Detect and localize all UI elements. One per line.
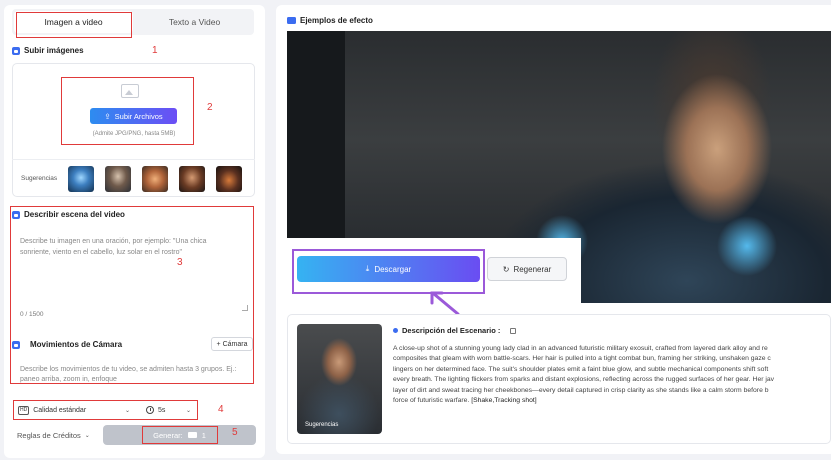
annotation-box-4 bbox=[13, 400, 198, 420]
suggestions-row: Sugerencias bbox=[12, 159, 255, 197]
preview-shadow bbox=[287, 31, 345, 241]
annotation-number-2: 2 bbox=[207, 102, 213, 113]
location-pin-icon bbox=[393, 328, 398, 333]
image-icon bbox=[12, 46, 20, 55]
copy-icon[interactable] bbox=[510, 327, 517, 334]
annotation-box-3 bbox=[10, 206, 254, 384]
credits-rules-dropdown[interactable]: Reglas de Créditos ⌄ bbox=[17, 431, 90, 440]
upload-section-title: Subir imágenes bbox=[12, 46, 84, 55]
refresh-icon: ↻ bbox=[502, 264, 510, 274]
scene-description-label: Descripción del Escenario : bbox=[402, 326, 501, 335]
annotation-number-4: 4 bbox=[218, 404, 224, 415]
suggestion-image[interactable]: Sugerencias bbox=[297, 324, 382, 434]
scene-description-body: A close-up shot of a stunning young lady… bbox=[393, 345, 775, 405]
suggestion-thumb[interactable] bbox=[216, 165, 242, 192]
annotation-box-1 bbox=[16, 12, 132, 38]
annotation-number-3: 3 bbox=[177, 257, 183, 268]
annotation-highlight-download bbox=[292, 249, 485, 294]
examples-section-title: Ejemplos de efecto bbox=[287, 16, 373, 25]
annotation-box-5 bbox=[142, 426, 218, 444]
chevron-down-icon: ⌄ bbox=[84, 433, 90, 439]
annotation-box-2 bbox=[61, 77, 194, 145]
suggestion-thumb[interactable] bbox=[142, 165, 168, 192]
suggestions-label: Sugerencias bbox=[21, 175, 58, 182]
tab-text-to-video[interactable]: Texto a Video bbox=[135, 9, 254, 35]
credits-rules-label: Reglas de Créditos bbox=[17, 431, 81, 440]
regenerate-label: Regenerar bbox=[513, 264, 552, 274]
upload-section-label: Subir imágenes bbox=[24, 46, 84, 55]
scene-description-text: A close-up shot of a stunning young lady… bbox=[393, 344, 831, 406]
annotation-number-1: 1 bbox=[152, 45, 158, 56]
examples-section-label: Ejemplos de efecto bbox=[300, 16, 373, 25]
regenerate-button[interactable]: ↻ Regenerar bbox=[487, 257, 567, 281]
suggestion-tag: Sugerencias bbox=[305, 422, 339, 428]
suggestion-thumb[interactable] bbox=[105, 165, 131, 192]
annotation-arrow-icon bbox=[430, 291, 460, 316]
video-icon bbox=[287, 17, 296, 24]
scene-description-title: Descripción del Escenario : bbox=[393, 326, 517, 335]
suggestion-thumb[interactable] bbox=[179, 165, 205, 192]
scene-description-tags: [Shake,Tracking shot] bbox=[471, 397, 537, 405]
annotation-number-5: 5 bbox=[232, 427, 238, 438]
suggestion-thumb[interactable] bbox=[68, 165, 94, 192]
